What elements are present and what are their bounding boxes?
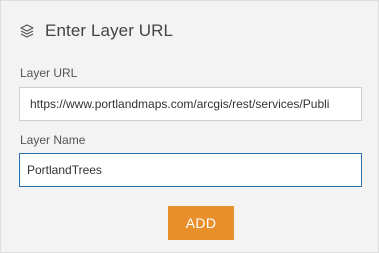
layer-url-input[interactable] bbox=[19, 87, 362, 121]
panel-title: Enter Layer URL bbox=[45, 21, 174, 40]
layers-icon bbox=[19, 23, 35, 39]
panel-header: Enter Layer URL bbox=[19, 16, 173, 46]
add-layer-panel: Enter Layer URL Layer URL Layer Name ADD bbox=[0, 0, 379, 253]
layer-name-input[interactable] bbox=[19, 153, 362, 187]
layer-name-label: Layer Name bbox=[20, 133, 86, 147]
layer-url-label: Layer URL bbox=[20, 66, 78, 80]
add-button[interactable]: ADD bbox=[168, 206, 234, 240]
